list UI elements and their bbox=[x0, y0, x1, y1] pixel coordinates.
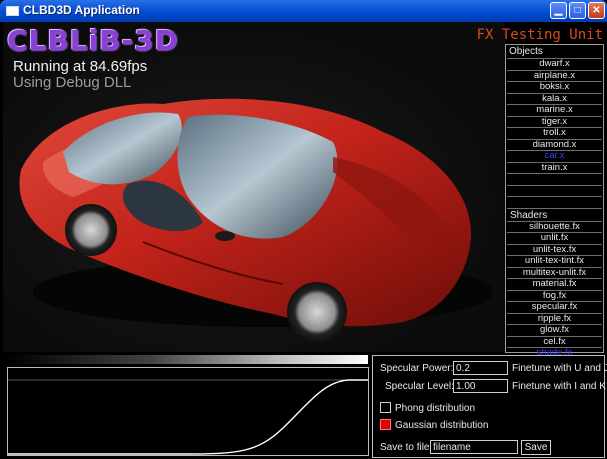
shader-item[interactable]: silhouette.fx bbox=[507, 220, 602, 233]
fx-testing-label: FX Testing Unit bbox=[476, 27, 603, 43]
gaussian-label: Gaussian distribution bbox=[395, 420, 489, 431]
list-spacer bbox=[507, 196, 602, 208]
app-icon bbox=[6, 6, 19, 16]
asset-list-panel: Objects dwarf.x airplane.x boksi.x kala.x ma… bbox=[505, 44, 604, 357]
object-item[interactable]: boksi.x bbox=[507, 81, 602, 93]
object-item[interactable]: marine.x bbox=[507, 104, 602, 116]
shader-item[interactable]: fog.fx bbox=[507, 289, 602, 302]
intensity-gradient-bar bbox=[8, 355, 368, 364]
specular-level-label: Specular Level: bbox=[385, 381, 454, 392]
shader-item[interactable]: material.fx bbox=[507, 278, 602, 290]
shaders-list: silhouette.fx unlit.fx unlit-tex.fx unlit-t… bbox=[506, 220, 603, 359]
save-button[interactable]: Save bbox=[521, 440, 551, 455]
distribution-curve-panel bbox=[7, 367, 369, 456]
object-item[interactable]: car.x bbox=[507, 150, 602, 162]
title-bar[interactable]: CLBD3D Application ▁ □ ✕ bbox=[0, 0, 607, 22]
shader-item[interactable]: specular.fx bbox=[507, 301, 602, 313]
shader-item[interactable]: glow.fx bbox=[507, 324, 602, 336]
app-logo: CLBLiB-3D bbox=[7, 24, 179, 57]
object-item[interactable]: tiger.x bbox=[507, 115, 602, 128]
shaders-header: Shaders bbox=[507, 207, 602, 221]
specular-power-label: Specular Power: bbox=[380, 363, 454, 374]
phong-checkbox[interactable] bbox=[380, 402, 391, 413]
object-item[interactable]: troll.x bbox=[507, 127, 602, 139]
object-item[interactable]: train.x bbox=[507, 161, 602, 174]
render-viewport[interactable]: CLBLiB-3D Running at 84.69fps Using Debu… bbox=[3, 22, 505, 352]
specular-level-hint: Finetune with I and K. bbox=[512, 381, 607, 392]
maximize-button[interactable]: □ bbox=[569, 2, 586, 19]
list-spacer bbox=[507, 173, 602, 185]
object-item[interactable]: kala.x bbox=[507, 92, 602, 105]
object-item[interactable]: dwarf.x bbox=[507, 58, 602, 70]
object-item[interactable]: airplane.x bbox=[507, 69, 602, 82]
minimize-button[interactable]: ▁ bbox=[550, 2, 567, 19]
shader-item[interactable]: unlit.fx bbox=[507, 232, 602, 244]
gaussian-checkbox[interactable] bbox=[380, 419, 391, 430]
rear-wheel bbox=[287, 282, 347, 342]
debug-dll-label: Using Debug DLL bbox=[13, 74, 132, 91]
specular-power-input[interactable] bbox=[453, 361, 508, 375]
objects-list: dwarf.x airplane.x boksi.x kala.x marine.x ti… bbox=[506, 58, 603, 173]
phong-label: Phong distribution bbox=[395, 403, 476, 414]
shader-item[interactable]: multitex-unlit.fx bbox=[507, 266, 602, 279]
fps-readout: Running at 84.69fps bbox=[13, 58, 148, 75]
specular-power-hint: Finetune with U and J. bbox=[512, 363, 607, 374]
distribution-curve bbox=[8, 379, 368, 455]
save-to-file-label: Save to file: bbox=[380, 442, 433, 453]
window-title: CLBD3D Application bbox=[23, 3, 140, 17]
shader-item[interactable]: unlit-tex.fx bbox=[507, 243, 602, 256]
filename-input[interactable] bbox=[430, 440, 518, 454]
shader-item[interactable]: cel.fx bbox=[507, 335, 602, 348]
objects-header: Objects bbox=[509, 46, 543, 57]
list-spacer bbox=[507, 184, 602, 197]
close-button[interactable]: ✕ bbox=[588, 2, 605, 19]
specular-level-input[interactable] bbox=[453, 379, 508, 393]
front-wheel bbox=[65, 204, 117, 256]
shader-item[interactable]: unlit-tex-tint.fx bbox=[507, 255, 602, 267]
object-item[interactable]: diamond.x bbox=[507, 138, 602, 151]
shader-controls-panel: Specular Power: Finetune with U and J. S… bbox=[372, 355, 607, 458]
shader-item[interactable]: ripple.fx bbox=[507, 312, 602, 325]
